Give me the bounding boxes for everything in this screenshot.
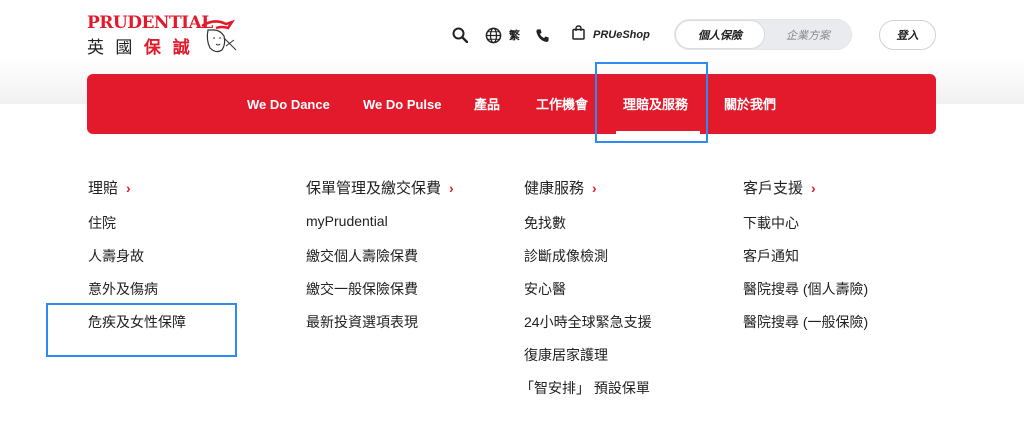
globe-icon[interactable] [484,26,502,44]
pru-eshop-link[interactable]: PRUeShop [572,25,650,45]
link-cashless[interactable]: 免找數 [524,213,566,233]
link-pay-general-premium[interactable]: 繳交一般保險保費 [306,279,418,299]
nav-item-we-do-dance[interactable]: We Do Dance [247,74,330,134]
nav-item-products[interactable]: 產品 [474,74,500,134]
link-diagnostic-imaging[interactable]: 診斷成像檢測 [524,246,608,266]
shop-label: PRUeShop [593,29,650,41]
link-myprudential[interactable]: myPrudential [306,213,388,229]
highlight-box-claims-nav [595,62,708,143]
link-investment-performance[interactable]: 最新投資選項表現 [306,312,418,332]
highlight-box-critical-illness [46,303,237,357]
language-label[interactable]: 繁 [509,27,520,43]
prudence-emblem-icon [201,19,237,53]
nav-item-about-us[interactable]: 關於我們 [724,74,776,134]
link-home-rehab-care[interactable]: 復康居家護理 [524,345,608,365]
shopping-bag-icon [572,25,585,45]
personal-insurance-tab[interactable]: 個人保險 [675,20,765,49]
nav-item-we-do-pulse[interactable]: We Do Pulse [363,74,442,134]
customer-type-toggle: 個人保險 企業方案 [674,19,852,50]
column-title-customer-support[interactable]: 客戶支援 › [743,177,816,198]
chevron-right-icon: › [449,180,454,196]
column-title-policy-management[interactable]: 保單管理及繳交保費 › [306,177,454,198]
link-life-death[interactable]: 人壽身故 [88,246,144,266]
column-title-claims[interactable]: 理賠 › [88,177,131,198]
link-smart-arrangement[interactable]: 「智安排」 預設保單 [520,378,650,398]
search-icon[interactable] [451,26,469,44]
column-title-health-services[interactable]: 健康服務 › [524,177,597,198]
link-customer-notice[interactable]: 客戶通知 [743,246,799,266]
logo-text-zh: 英 國 保 誠 [87,38,193,58]
login-button[interactable]: 登入 [879,20,936,50]
link-pay-life-premium[interactable]: 繳交個人壽險保費 [306,246,418,266]
prudential-logo[interactable]: PRUDENTIAL 英 國 保 誠 [87,13,247,59]
chevron-right-icon: › [592,180,597,196]
link-hospital-search-general[interactable]: 醫院搜尋 (一般保險) [743,312,868,332]
link-hospitalization[interactable]: 住院 [88,213,116,233]
link-global-emergency[interactable]: 24小時全球緊急支援 [524,312,652,332]
link-download-centre[interactable]: 下載中心 [743,213,799,233]
link-accident-sickness[interactable]: 意外及傷病 [88,279,158,299]
link-hospital-search-life[interactable]: 醫院搜尋 (個人壽險) [743,279,868,299]
phone-icon[interactable] [533,26,551,44]
chevron-right-icon: › [126,180,131,196]
main-nav [87,74,936,134]
chevron-right-icon: › [811,180,816,196]
corporate-solutions-tab[interactable]: 企業方案 [765,20,851,49]
logo-text-en: PRUDENTIAL [87,13,213,33]
nav-item-careers[interactable]: 工作機會 [536,74,588,134]
link-peace-of-mind-doctor[interactable]: 安心醫 [524,279,566,299]
